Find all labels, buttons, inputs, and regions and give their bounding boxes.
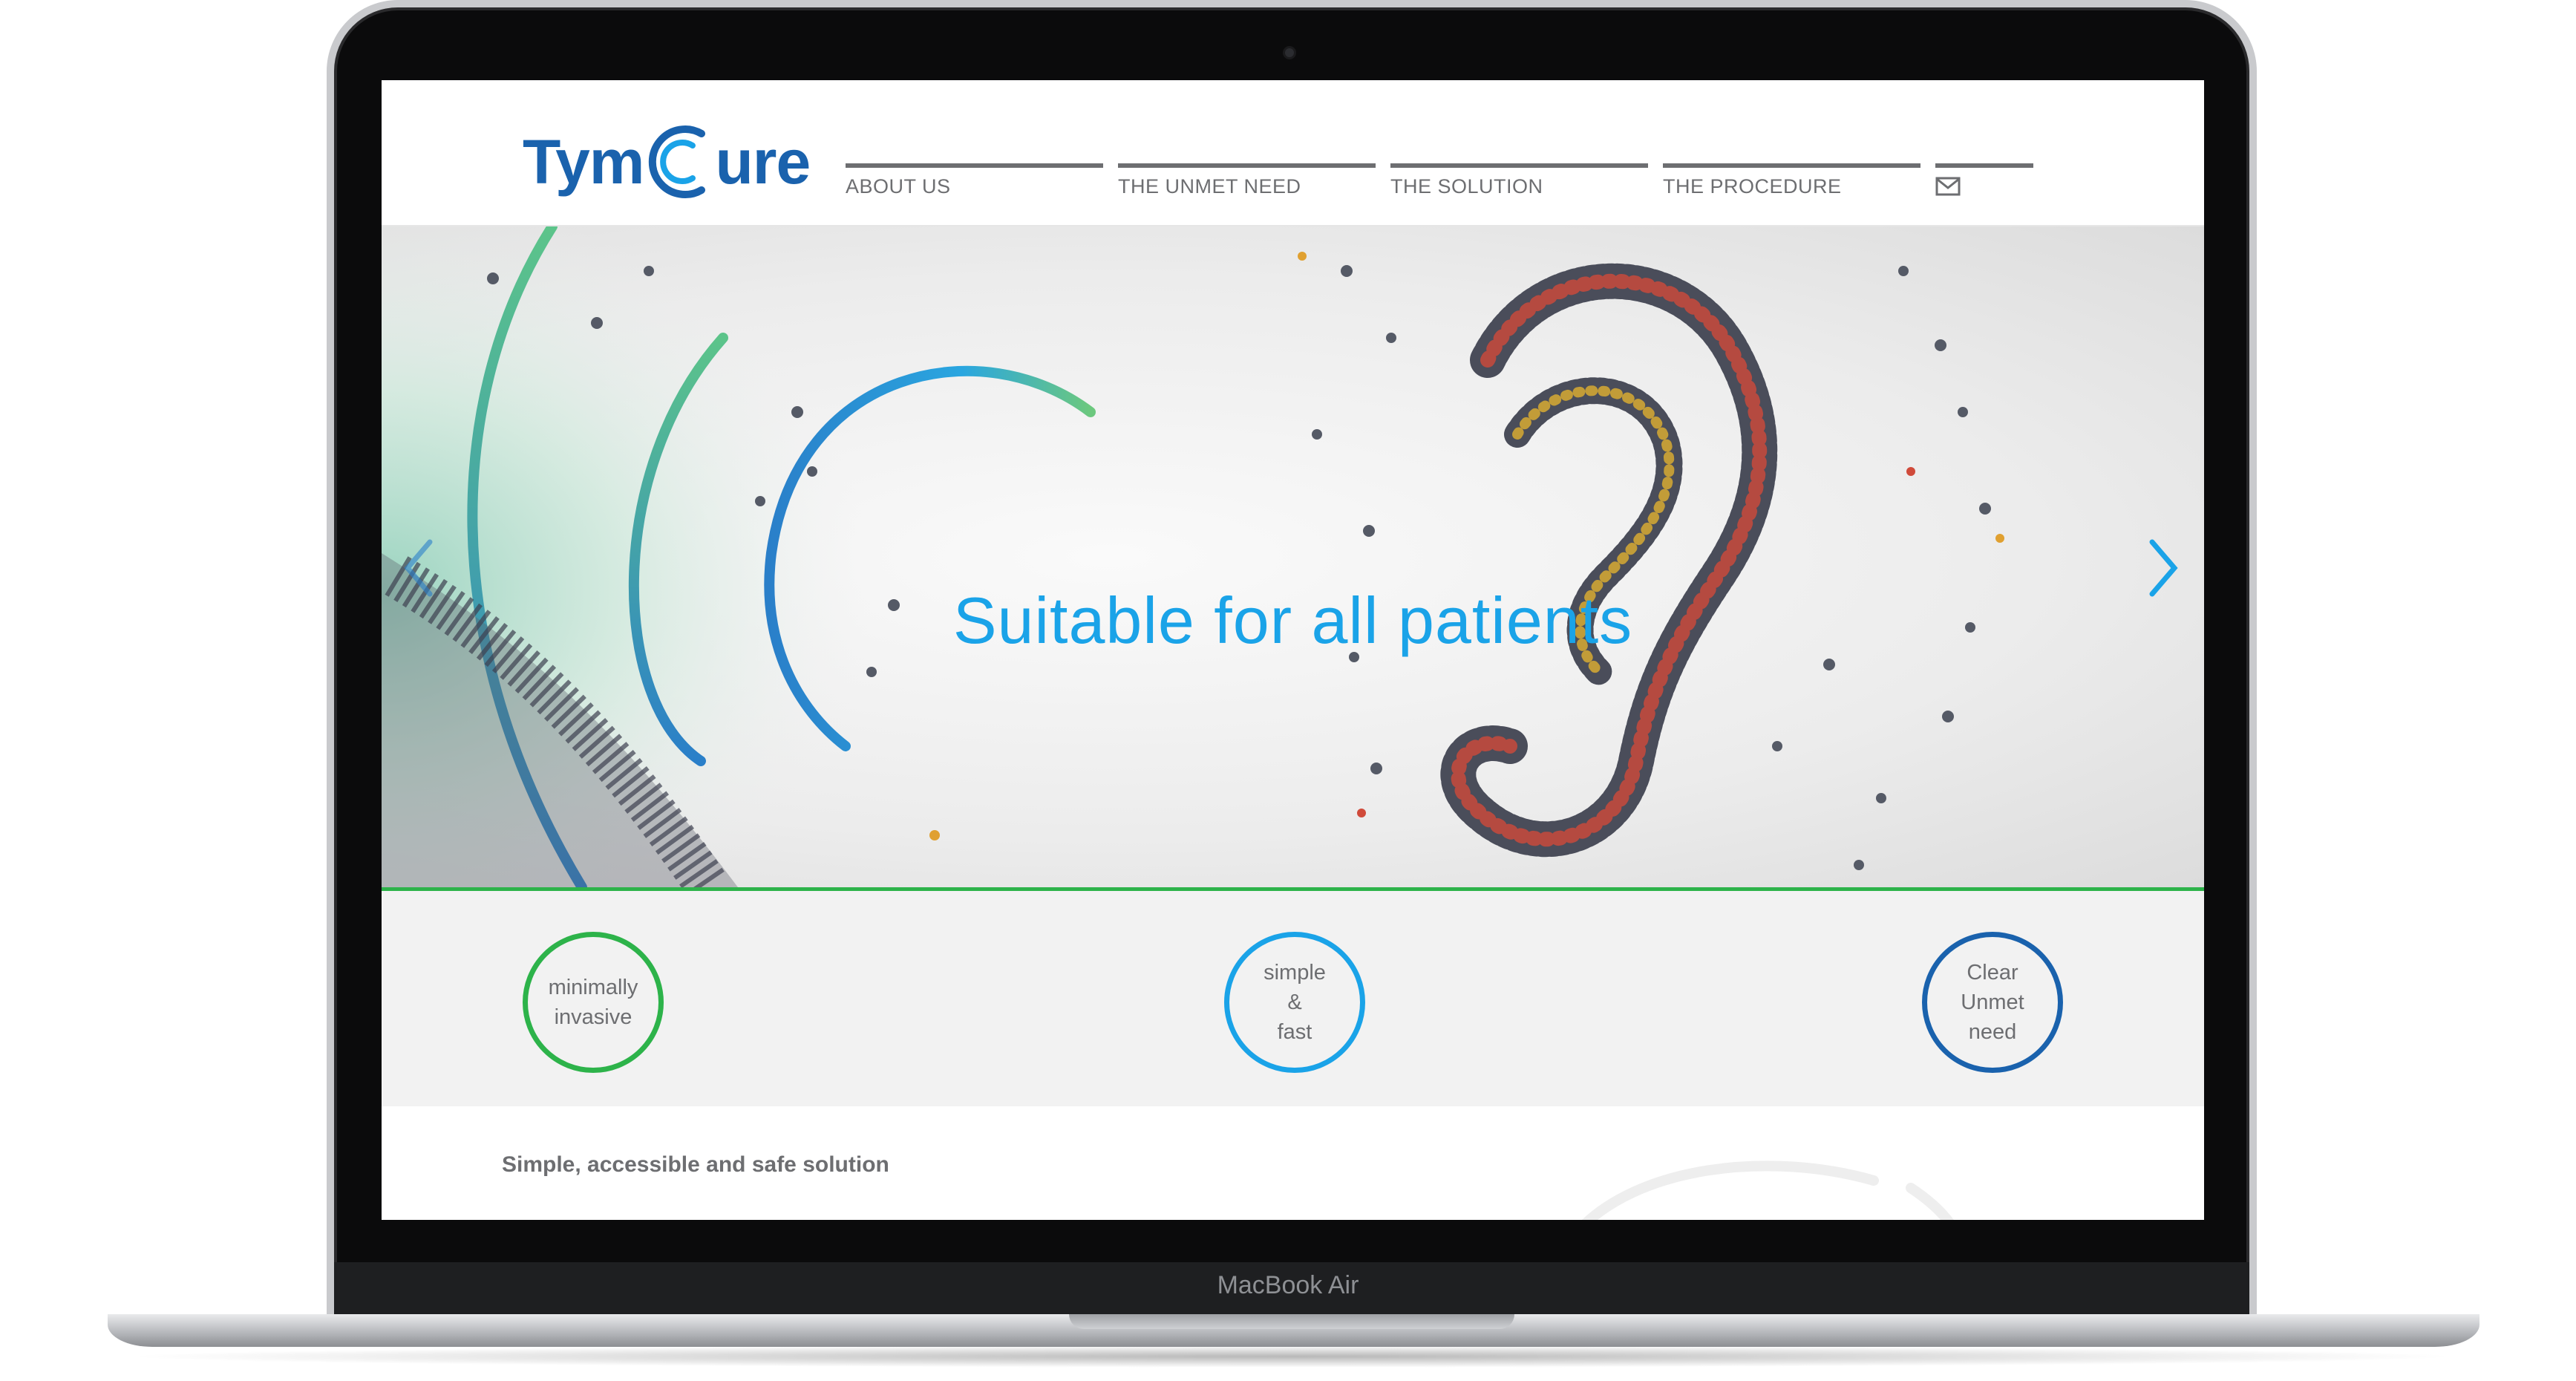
- laptop-base-shadow: [119, 1345, 2465, 1368]
- camera-icon: [1283, 46, 1296, 59]
- intro-heading: Simple, accessible and safe solution: [502, 1152, 889, 1177]
- logo-text-right: ure: [715, 126, 811, 197]
- nav-item-contact[interactable]: [1935, 163, 2033, 199]
- nav-item-unmet-need[interactable]: THE UNMET NEED: [1118, 163, 1376, 199]
- chevron-left-icon: [396, 539, 441, 608]
- laptop-model-label: MacBook Air: [1217, 1271, 1359, 1299]
- feature-minimally-invasive[interactable]: minimally invasive: [523, 932, 664, 1073]
- slider-prev-button[interactable]: [396, 531, 441, 605]
- feature-clear-unmet-need[interactable]: Clear Unmet need: [1922, 932, 2063, 1073]
- c-swirl-logo-icon: [644, 117, 715, 206]
- laptop-notch: [1069, 1314, 1514, 1329]
- main-nav: ABOUT US THE UNMET NEED THE SOLUTION THE…: [846, 163, 2033, 199]
- hero-title: Suitable for all patients: [952, 584, 1633, 657]
- envelope-icon: [1935, 177, 1961, 199]
- logo-text-left: Tym: [523, 126, 644, 197]
- site-header: Tym ure ABOUT US THE UNMET NEED THE SOLU…: [382, 80, 2204, 226]
- tymcure-logo[interactable]: Tym ure: [523, 114, 811, 210]
- nav-item-solution[interactable]: THE SOLUTION: [1390, 163, 1648, 199]
- decorative-arcs: [1581, 1160, 1954, 1220]
- feature-label: Clear Unmet need: [1961, 961, 2024, 1044]
- hero-illustration: [382, 226, 2004, 887]
- nav-item-procedure[interactable]: THE PROCEDURE: [1663, 163, 1920, 199]
- features-strip: minimally invasive simple & fast Clear U…: [382, 891, 2204, 1106]
- screen: Tym ure ABOUT US THE UNMET NEED THE SOLU…: [382, 80, 2204, 1220]
- slider-next-button[interactable]: [2141, 531, 2186, 605]
- feature-label: simple & fast: [1264, 961, 1326, 1044]
- feature-label: minimally invasive: [548, 976, 638, 1029]
- intro-section: Simple, accessible and safe solution: [382, 1106, 2204, 1220]
- hero-slider: Suitable for all patients: [382, 226, 2204, 887]
- chevron-right-icon: [2141, 539, 2186, 608]
- nav-item-about-us[interactable]: ABOUT US: [846, 163, 1103, 199]
- feature-simple-fast[interactable]: simple & fast: [1224, 932, 1365, 1073]
